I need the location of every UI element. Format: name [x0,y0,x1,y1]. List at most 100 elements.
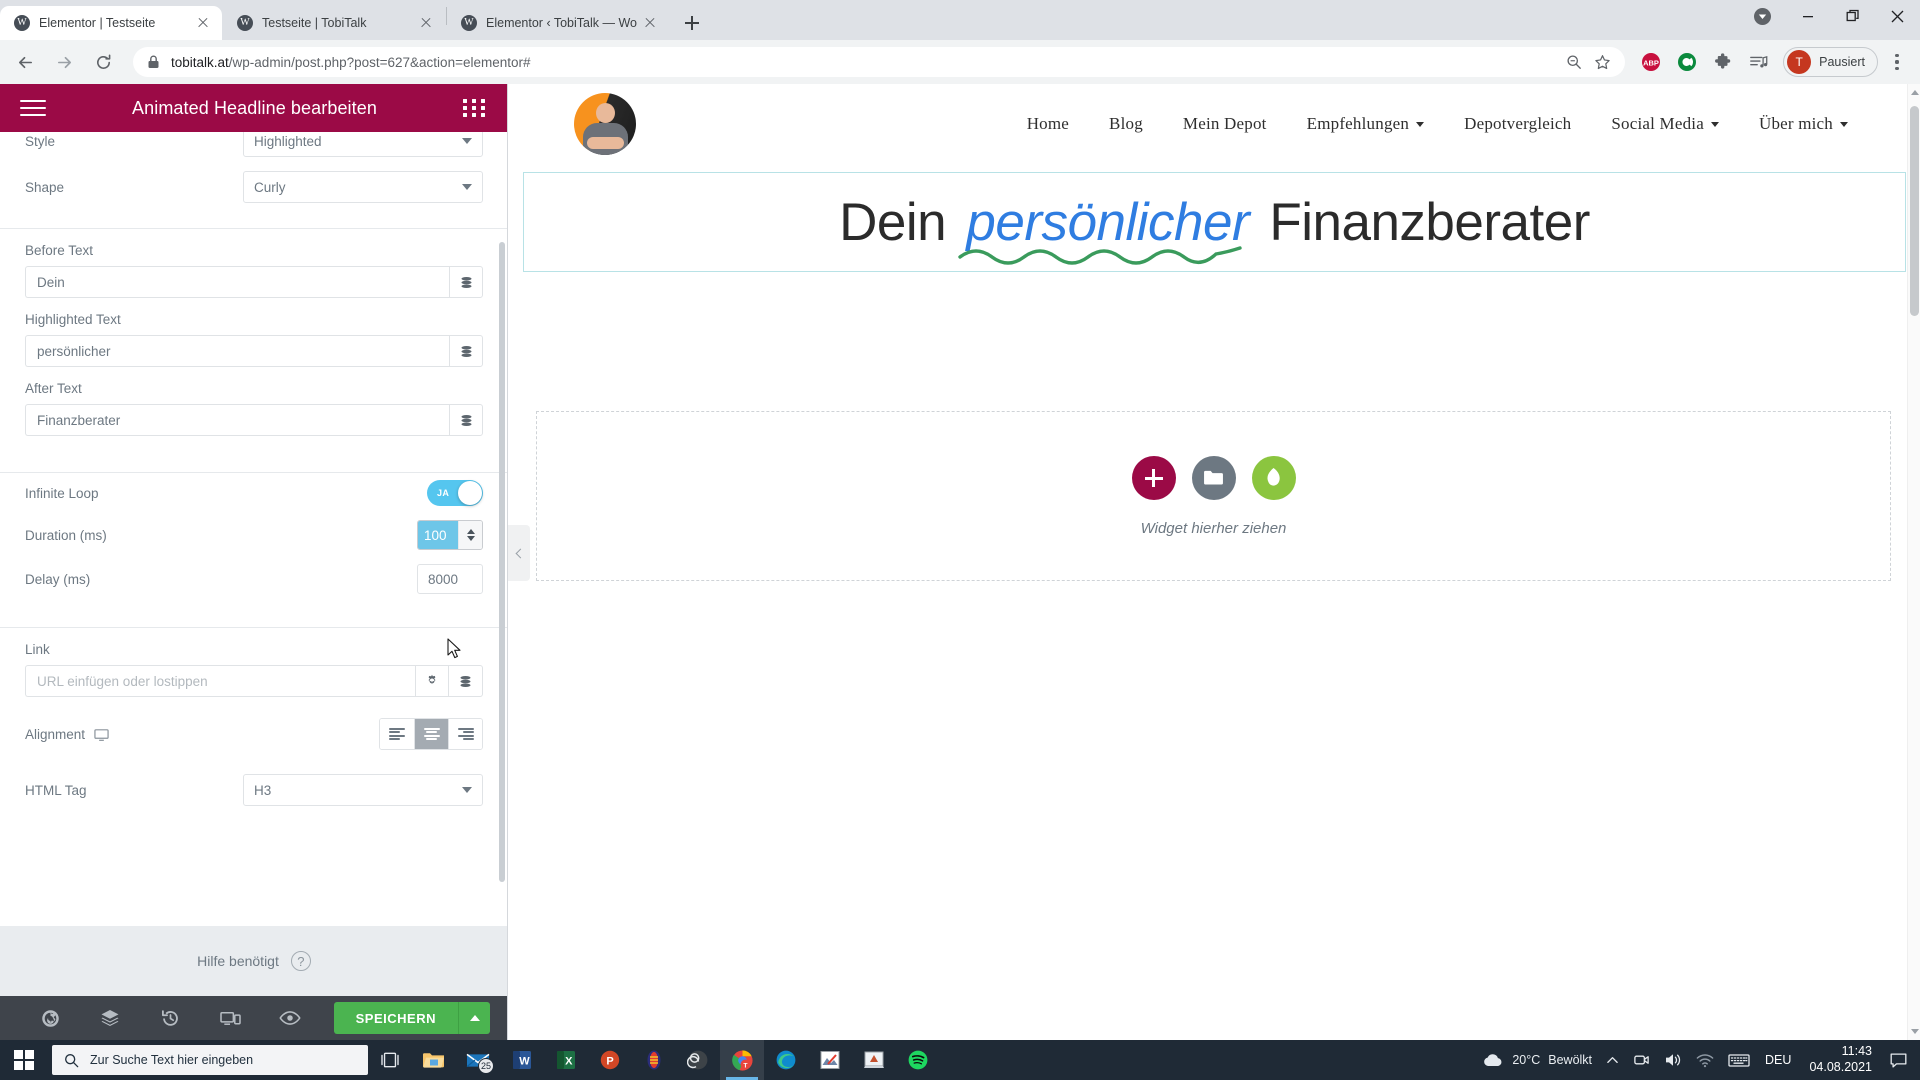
duration-spinner-icon[interactable] [458,521,482,549]
duration-input[interactable] [418,521,458,549]
notifications-icon[interactable] [1882,1040,1914,1080]
weather-widget[interactable]: 20°C Bewölkt [1475,1040,1599,1080]
chrome-icon[interactable]: T [720,1040,764,1080]
dynamic-tags-icon[interactable] [449,665,483,697]
alignment-button-group [379,718,483,750]
scrollbar-thumb[interactable] [1910,106,1919,316]
settings-gear-icon[interactable] [20,996,80,1040]
nav-item-empfehlungen[interactable]: Empfehlungen [1307,114,1425,134]
highlighted-text-input[interactable] [25,335,449,367]
close-tab-icon[interactable] [194,14,212,32]
duration-stepper[interactable] [417,520,483,550]
browser-tab-2[interactable]: W Testseite | TobiTalk [223,6,445,40]
hamburger-menu-icon[interactable] [20,95,46,120]
widgets-grid-icon[interactable] [463,99,487,117]
leaf-icon[interactable] [1251,455,1296,500]
meet-camera-icon[interactable] [1626,1040,1657,1080]
nav-item-home[interactable]: Home [1027,114,1069,134]
nav-item-blog[interactable]: Blog [1109,114,1143,134]
mail-icon[interactable]: 25 [456,1040,500,1080]
dynamic-tags-icon[interactable] [449,266,483,298]
close-tab-icon[interactable] [641,14,659,32]
style-select[interactable]: Highlighted [243,132,483,157]
site-logo-avatar[interactable] [574,93,636,155]
taskbar-search-box[interactable]: Zur Suche Text hier eingeben [52,1045,368,1075]
restore-window-button[interactable] [1830,0,1875,32]
collapse-panel-handle[interactable] [508,525,530,581]
photo-editor-icon[interactable] [808,1040,852,1080]
browser-tab-3[interactable]: W Elementor ‹ TobiTalk — WordPre [447,6,669,40]
infinite-loop-toggle[interactable]: JA [427,480,483,506]
puzzle-extensions-icon[interactable] [1708,47,1738,77]
nav-item-depotvergleich[interactable]: Depotvergleich [1464,114,1571,134]
wifi-icon[interactable] [1689,1040,1721,1080]
app-icon[interactable] [632,1040,676,1080]
obs-icon[interactable] [676,1040,720,1080]
responsive-mode-icon[interactable] [200,996,260,1040]
nav-item-mein-depot[interactable]: Mein Depot [1183,114,1267,134]
link-input[interactable] [25,665,415,697]
template-folder-icon[interactable] [1191,455,1236,500]
bookmark-star-icon[interactable] [1589,49,1615,75]
dropzone-inner[interactable]: Widget hierher ziehen [536,411,1891,581]
save-options-dropdown[interactable] [458,1002,490,1034]
show-hidden-icons-chevron[interactable] [1599,1040,1626,1080]
edge-icon[interactable] [764,1040,808,1080]
powerpoint-icon[interactable]: P [588,1040,632,1080]
url-domain: tobitalk.at [171,54,229,70]
close-tab-icon[interactable] [417,14,435,32]
preview-scrollbar[interactable] [1907,84,1920,1040]
back-button[interactable] [8,45,42,79]
address-bar[interactable]: tobitalk.at/wp-admin/post.php?post=627&a… [133,47,1626,77]
new-tab-button[interactable] [678,9,706,37]
layers-navigator-icon[interactable] [80,996,140,1040]
start-button[interactable] [0,1040,48,1080]
link-options-gear-icon[interactable] [415,665,449,697]
close-window-button[interactable] [1875,0,1920,32]
file-explorer-icon[interactable] [412,1040,456,1080]
reload-button[interactable] [86,45,120,79]
word-icon[interactable]: W [500,1040,544,1080]
task-view-icon[interactable] [368,1040,412,1080]
browser-tab-1[interactable]: W Elementor | Testseite [0,6,222,40]
clock[interactable]: 11:43 04.08.2021 [1799,1044,1882,1075]
notes-icon[interactable] [852,1040,896,1080]
nav-item-ueber-mich[interactable]: Über mich [1759,114,1848,134]
scroll-up-icon[interactable] [1911,90,1919,95]
zoom-icon[interactable] [1561,49,1587,75]
after-text-input[interactable] [25,404,449,436]
align-right-button[interactable] [448,719,482,749]
save-button[interactable]: SPEICHERN [333,1002,458,1034]
panel-scrollbar[interactable] [499,242,505,882]
abp-icon[interactable]: ABP [1636,47,1666,77]
delay-input[interactable] [417,564,483,594]
language-indicator[interactable]: DEU [1757,1053,1799,1067]
align-center-button[interactable] [414,719,448,749]
question-mark-icon[interactable]: ? [290,951,311,971]
dynamic-tags-icon[interactable] [449,335,483,367]
downloads-indicator-icon[interactable] [1740,0,1785,32]
scroll-down-icon[interactable] [1911,1029,1919,1034]
media-list-icon[interactable] [1744,47,1774,77]
shape-select[interactable]: Curly [243,171,483,203]
add-element-icon[interactable] [1131,455,1176,500]
widget-dropzone[interactable]: Widget hierher ziehen [510,411,1919,581]
desktop-device-icon[interactable] [94,727,109,742]
align-left-button[interactable] [380,719,414,749]
headline-section[interactable]: Dein persönlicher Finanzberater [523,172,1906,272]
minimize-window-button[interactable] [1785,0,1830,32]
dynamic-tags-icon[interactable] [449,404,483,436]
ccleaner-icon[interactable] [1672,47,1702,77]
html-tag-select[interactable]: H3 [243,774,483,806]
profile-chip[interactable]: T Pausiert [1783,47,1878,77]
volume-icon[interactable] [1657,1040,1689,1080]
forward-button[interactable] [47,45,81,79]
spotify-icon[interactable] [896,1040,940,1080]
before-text-input[interactable] [25,266,449,298]
preview-eye-icon[interactable] [260,996,320,1040]
history-revisions-icon[interactable] [140,996,200,1040]
chrome-menu-icon[interactable] [1882,47,1912,77]
excel-icon[interactable]: X [544,1040,588,1080]
nav-item-social-media[interactable]: Social Media [1611,114,1719,134]
keyboard-icon[interactable] [1721,1040,1757,1080]
